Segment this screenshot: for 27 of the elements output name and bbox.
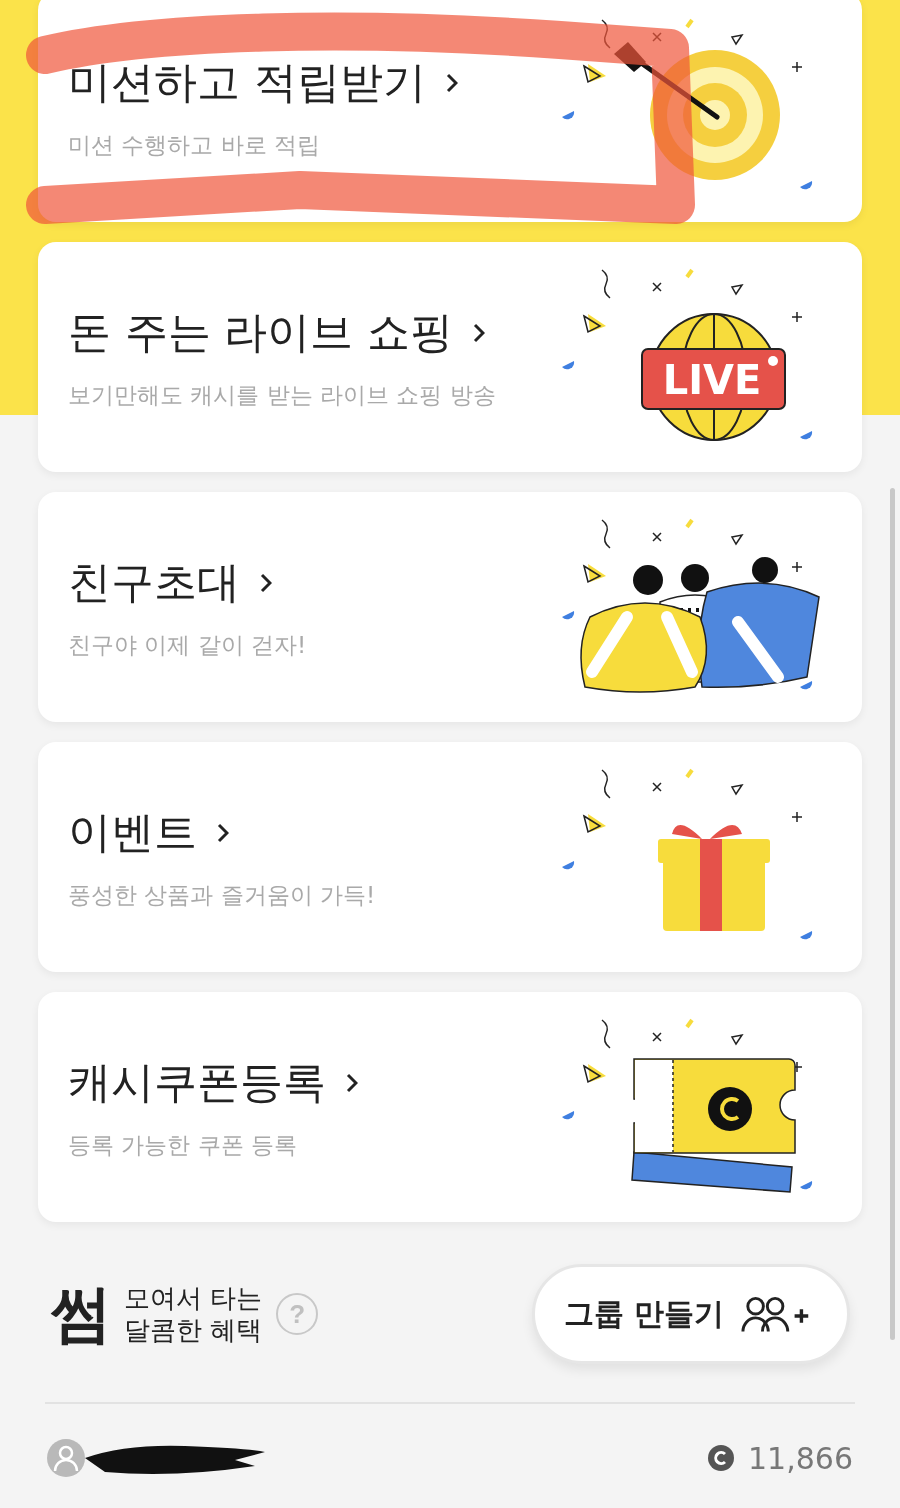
menu-card[interactable]: 돈 주는 라이브 쇼핑 보기만해도 캐시를 받는 라이브 쇼핑 방송 LIVE (38, 242, 862, 472)
tagline-text: 달콤한 혜택 (124, 1314, 263, 1347)
brand-logo: 썸 (50, 1276, 112, 1352)
cash-balance: 11,866 (748, 1440, 853, 1476)
chevron-right-icon (346, 1072, 358, 1093)
menu-card[interactable]: 이벤트 풍성한 상품과 즐거움이 가득! (38, 742, 862, 972)
menu-card[interactable]: 친구초대 친구야 이제 같이 걷자! (38, 492, 862, 722)
card-subtitle: 풍성한 상품과 즐거움이 가득! (68, 880, 376, 910)
card-subtitle: 미션 수행하고 바로 적립 (68, 130, 321, 160)
card-subtitle: 등록 가능한 쿠폰 등록 (68, 1130, 298, 1160)
card-title: 미션하고 적립받기 (68, 55, 426, 109)
chevron-right-icon (445, 72, 458, 93)
live-badge: LIVE (641, 348, 786, 410)
chevron-right-icon (473, 322, 485, 343)
card-title: 캐시쿠폰등록 (68, 1055, 326, 1109)
card-title: 돈 주는 라이브 쇼핑 (68, 305, 453, 359)
card-title: 이벤트 (68, 805, 197, 859)
avatar-icon (47, 1439, 85, 1477)
card-subtitle: 친구야 이제 같이 걷자! (68, 630, 307, 660)
chevron-right-icon (260, 572, 272, 593)
chevron-right-icon (217, 822, 229, 843)
coin-icon (708, 1445, 734, 1471)
tagline-text: 모여서 타는 (124, 1281, 263, 1314)
card-title: 친구초대 (68, 555, 240, 609)
card-subtitle: 보기만해도 캐시를 받는 라이브 쇼핑 방송 (68, 380, 496, 410)
menu-card[interactable]: 캐시쿠폰등록 등록 가능한 쿠폰 등록 (38, 992, 862, 1222)
create-group-button[interactable]: 그룹 만들기 (532, 1264, 850, 1364)
